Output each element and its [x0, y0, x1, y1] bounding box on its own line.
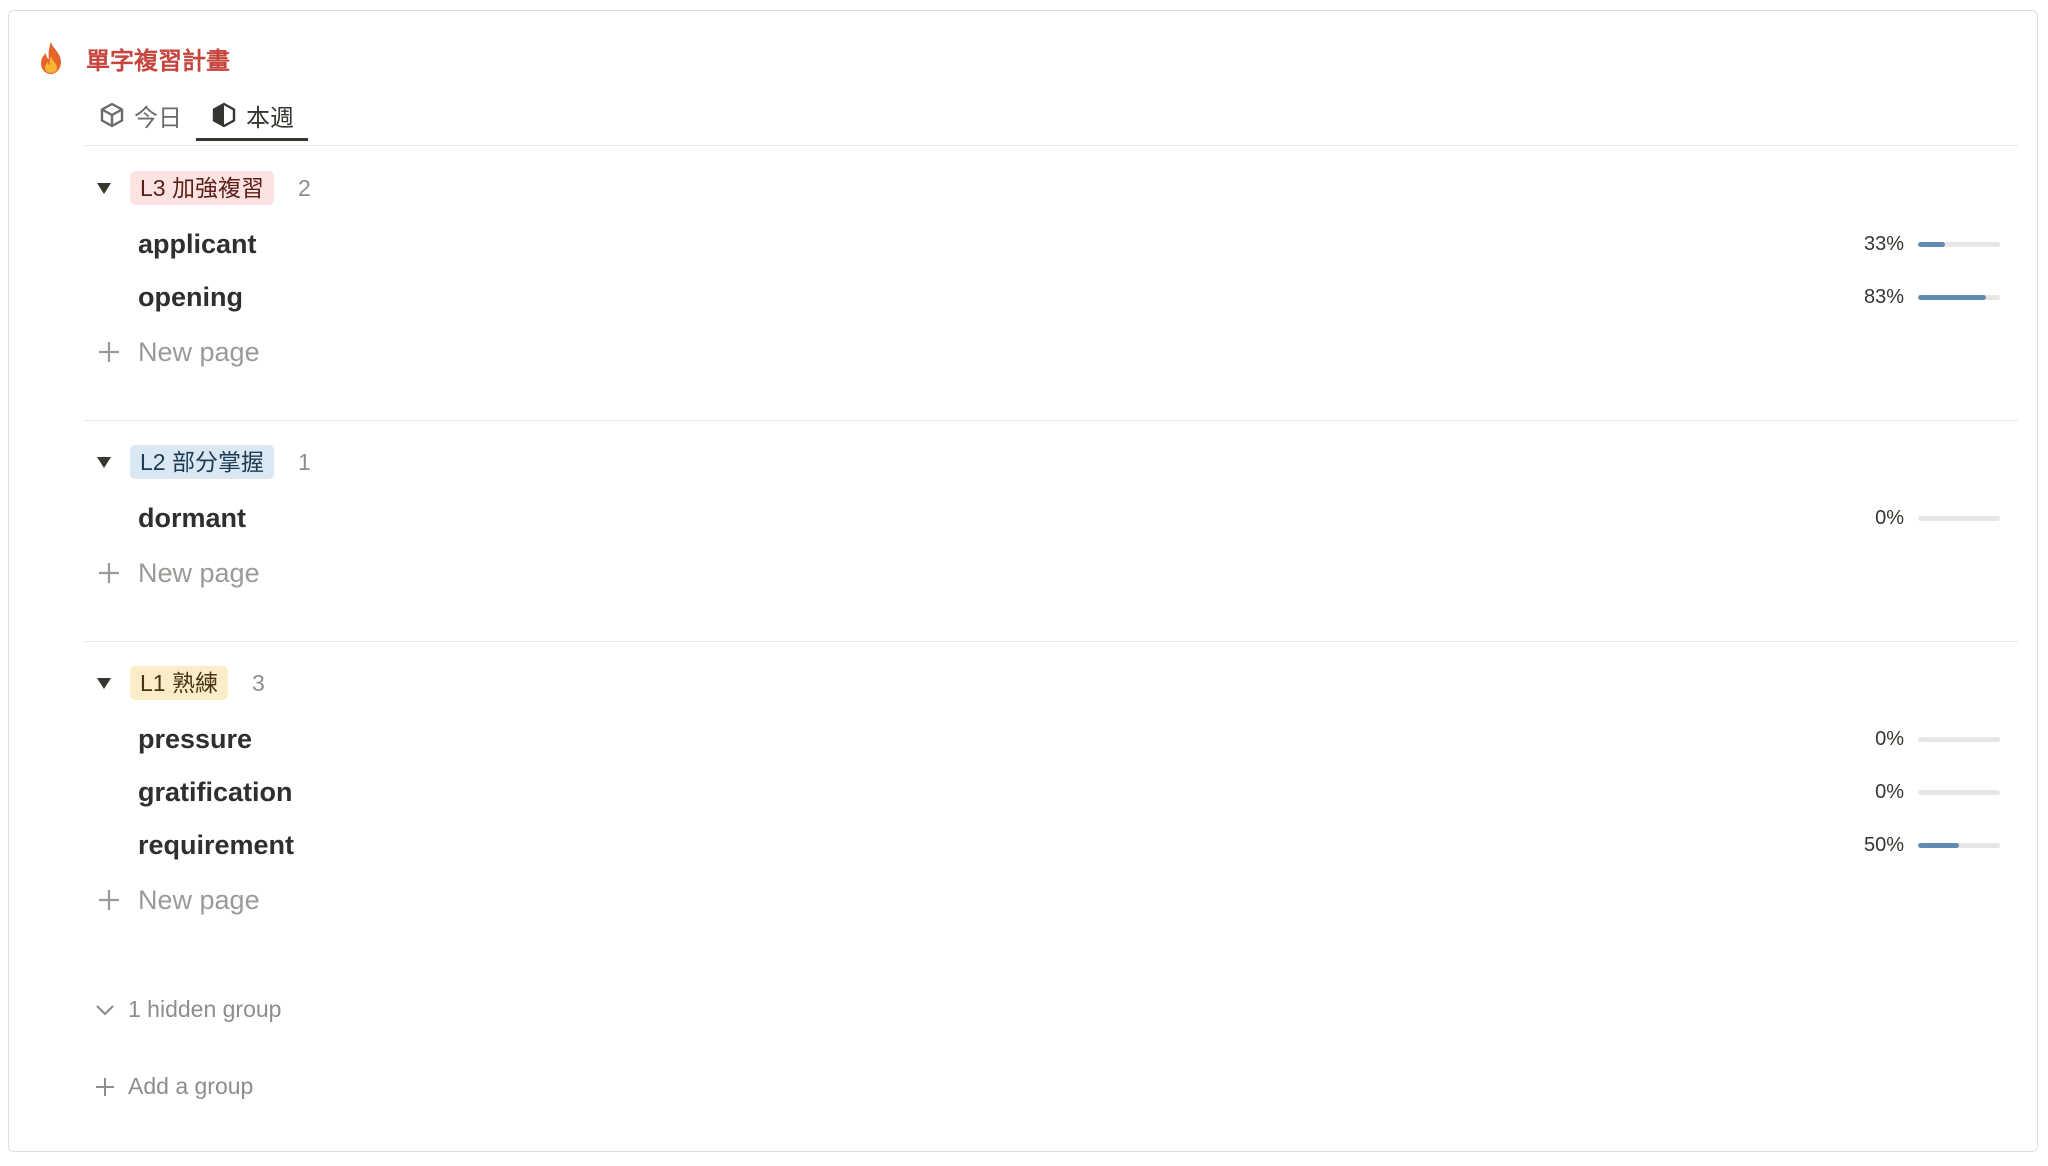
- group-l2: L2 部分掌握 1 dormant 0% New page: [84, 442, 2018, 601]
- item-title: dormant: [138, 503, 246, 533]
- item-progress-bar: [1918, 242, 2000, 247]
- item-progress-fill: [1918, 242, 1946, 247]
- list-item[interactable]: gratification 0%: [84, 766, 2018, 819]
- group-count: 1: [297, 448, 311, 475]
- group-header: L2 部分掌握 1: [84, 442, 2018, 482]
- new-page-button[interactable]: New page: [84, 872, 2018, 928]
- list-item[interactable]: pressure 0%: [84, 713, 2018, 766]
- group-l3: L3 加強複習 2 applicant 33% opening 83% New …: [84, 168, 2018, 380]
- cube-half-icon: [212, 102, 236, 128]
- item-progress-bar: [1918, 737, 2000, 742]
- list-item[interactable]: requirement 50%: [84, 819, 2018, 872]
- add-group-label: Add a group: [128, 1073, 254, 1099]
- item-progress-bar: [1918, 295, 2000, 300]
- group-tag[interactable]: L1 熟練: [130, 666, 228, 700]
- item-progress-fill: [1918, 843, 1959, 848]
- group-toggle[interactable]: [94, 673, 114, 693]
- item-title: requirement: [138, 830, 295, 860]
- tabs-divider: [84, 145, 2018, 146]
- plus-icon: [99, 890, 119, 910]
- chevron-down-icon: [96, 1004, 114, 1016]
- item-progress-text: 0%: [1875, 507, 1904, 529]
- new-page-label: New page: [138, 557, 260, 588]
- group-tag[interactable]: L2 部分掌握: [130, 445, 274, 479]
- group-toggle[interactable]: [94, 178, 114, 198]
- item-progress-bar: [1918, 790, 2000, 795]
- tab-today-label: 今日: [134, 104, 182, 132]
- item-progress-text: 0%: [1875, 781, 1904, 803]
- item-progress-fill: [1918, 295, 1987, 300]
- group-toggle[interactable]: [94, 452, 114, 472]
- list-item[interactable]: applicant 33%: [84, 218, 2018, 271]
- item-progress-bar: [1918, 516, 2000, 521]
- new-page-label: New page: [138, 884, 260, 915]
- list-item[interactable]: dormant 0%: [84, 492, 2018, 545]
- item-progress-bar: [1918, 843, 2000, 848]
- database-title[interactable]: 單字複習計畫: [86, 41, 230, 76]
- item-title: applicant: [138, 229, 257, 259]
- view-tabs: 今日 本週: [84, 92, 308, 146]
- list-item[interactable]: opening 83%: [84, 271, 2018, 324]
- database-header: 單字複習計畫: [36, 40, 230, 76]
- new-page-label: New page: [138, 336, 260, 367]
- group-tag[interactable]: L3 加強複習: [130, 171, 274, 205]
- hidden-groups-toggle[interactable]: 1 hidden group: [94, 996, 281, 1023]
- group-count: 2: [297, 174, 311, 201]
- triangle-down-icon: [97, 183, 111, 194]
- new-page-button[interactable]: New page: [84, 324, 2018, 380]
- item-title: pressure: [138, 724, 253, 754]
- add-group-button[interactable]: Add a group: [94, 1073, 253, 1100]
- group-l1: L1 熟練 3 pressure 0% gratification 0% req…: [84, 663, 2018, 928]
- item-progress-text: 33%: [1863, 233, 1904, 255]
- group-header: L3 加強複習 2: [84, 168, 2018, 208]
- triangle-down-icon: [97, 678, 111, 689]
- cube-outline-icon: [100, 102, 124, 128]
- tab-today[interactable]: 今日: [84, 92, 196, 138]
- group-header: L1 熟練 3: [84, 663, 2018, 703]
- item-progress-text: 50%: [1863, 834, 1904, 856]
- tab-this-week[interactable]: 本週: [196, 92, 308, 141]
- new-page-button[interactable]: New page: [84, 545, 2018, 601]
- plus-icon: [99, 342, 119, 362]
- item-title: gratification: [138, 777, 293, 807]
- plus-icon: [96, 1077, 114, 1096]
- group-divider: [84, 420, 2018, 421]
- item-progress-text: 83%: [1863, 286, 1904, 308]
- item-progress-text: 0%: [1875, 728, 1904, 750]
- tab-this-week-label: 本週: [246, 104, 294, 132]
- hidden-groups-label: 1 hidden group: [128, 996, 282, 1022]
- fire-icon: [41, 42, 61, 74]
- group-count: 3: [251, 669, 265, 696]
- triangle-down-icon: [97, 457, 111, 468]
- item-title: opening: [138, 282, 243, 312]
- group-divider: [84, 641, 2018, 642]
- plus-icon: [99, 563, 119, 583]
